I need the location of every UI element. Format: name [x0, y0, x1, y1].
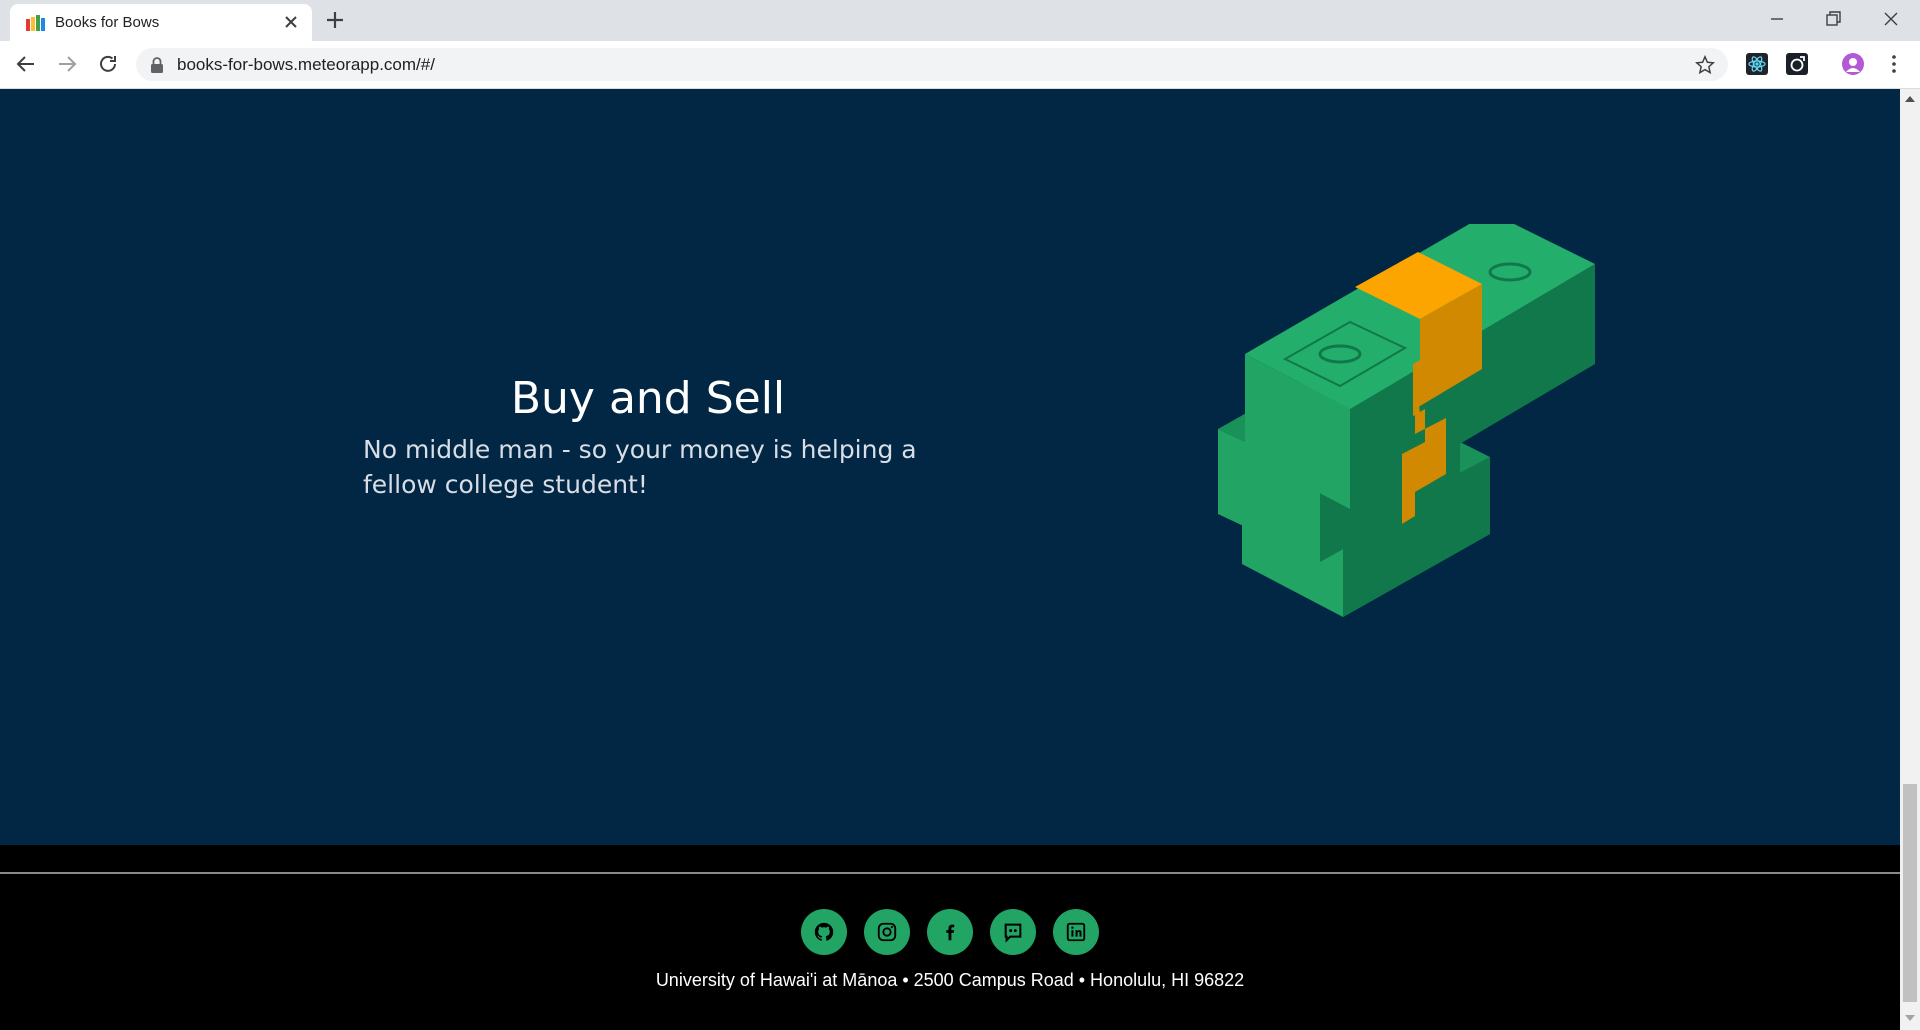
browser-tab-bar: Books for Bows — [0, 0, 1920, 41]
close-window-icon[interactable] — [1880, 8, 1902, 30]
new-tab-icon[interactable] — [325, 10, 345, 30]
books-favicon-icon — [26, 15, 45, 31]
browser-menu-icon[interactable] — [1883, 53, 1905, 75]
tab-title: Books for Bows — [55, 14, 160, 31]
minimize-icon[interactable] — [1766, 8, 1788, 30]
page-scrollbar[interactable] — [1900, 89, 1920, 1030]
section-description: No middle man - so your money is helping… — [363, 435, 917, 499]
github-link[interactable] — [801, 909, 847, 955]
bookmark-star-icon[interactable] — [1694, 54, 1716, 76]
page-viewport: Buy and Sell No middle man - so your mon… — [0, 89, 1900, 1030]
reload-icon[interactable] — [96, 52, 120, 76]
money-stack-icon — [1218, 224, 1595, 617]
footer-address: University of Hawai'i at Mānoa • 2500 Ca… — [655, 970, 1245, 990]
profile-avatar-icon[interactable] — [1842, 53, 1864, 75]
scroll-down-arrow-icon[interactable] — [1905, 1015, 1915, 1021]
github-icon — [814, 922, 834, 941]
linkedin-icon — [1066, 922, 1086, 942]
url-text: books-for-bows.meteorapp.com/#/ — [177, 55, 435, 74]
react-devtools-icon[interactable] — [1746, 53, 1768, 75]
discord-link[interactable] — [990, 909, 1036, 955]
buy-sell-section: Buy and Sell No middle man - so your mon… — [0, 89, 1900, 845]
extension-icon[interactable] — [1786, 53, 1808, 75]
facebook-icon — [946, 924, 955, 941]
instagram-link[interactable] — [864, 909, 910, 955]
address-bar[interactable]: books-for-bows.meteorapp.com/#/ — [136, 48, 1728, 81]
lock-icon — [151, 57, 163, 73]
restore-icon[interactable] — [1822, 8, 1844, 30]
back-arrow-icon[interactable] — [14, 52, 38, 76]
section-title: Buy and Sell — [510, 373, 786, 425]
browser-toolbar: books-for-bows.meteorapp.com/#/ — [0, 41, 1920, 89]
facebook-link[interactable] — [927, 909, 973, 955]
instagram-icon — [877, 922, 897, 942]
scrollbar-thumb[interactable] — [1903, 784, 1917, 1002]
section-gap — [0, 845, 1900, 872]
linkedin-link[interactable] — [1053, 909, 1099, 955]
browser-tab[interactable]: Books for Bows — [10, 4, 312, 41]
forward-arrow-icon[interactable] — [55, 52, 79, 76]
discord-icon — [1004, 923, 1022, 943]
scroll-up-arrow-icon[interactable] — [1905, 96, 1915, 102]
close-tab-icon[interactable] — [282, 13, 300, 31]
footer: University of Hawai'i at Mānoa • 2500 Ca… — [0, 874, 1900, 1030]
